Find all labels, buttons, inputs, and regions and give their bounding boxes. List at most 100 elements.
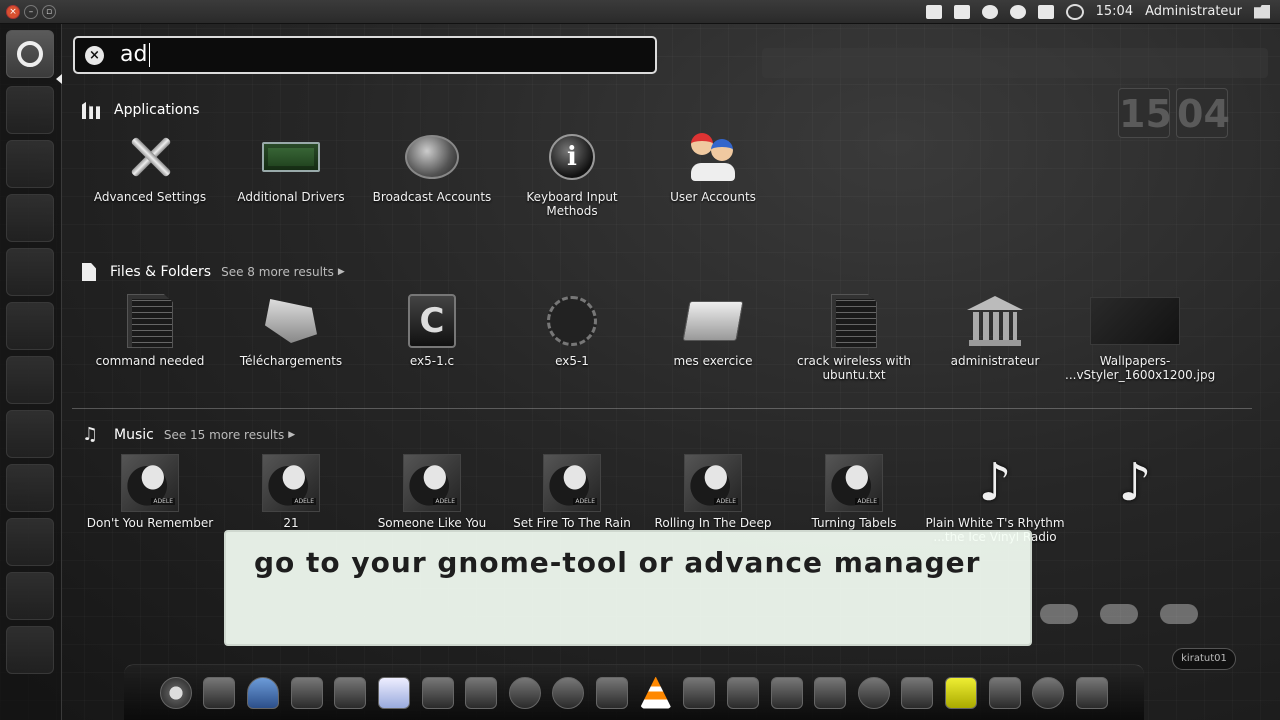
watermark-logo: kiratut01 xyxy=(1172,648,1236,670)
dock-hat-icon[interactable] xyxy=(247,676,280,709)
users-icon xyxy=(684,128,742,186)
see-more-music-link[interactable]: See 15 more results xyxy=(164,428,284,442)
music-result[interactable]: ADELE Someone Like You xyxy=(362,454,502,530)
minimize-icon[interactable]: – xyxy=(24,4,38,19)
app-additional-drivers[interactable]: Additional Drivers xyxy=(221,128,361,204)
dock-document-icon[interactable] xyxy=(377,676,410,709)
launcher-item-windows[interactable] xyxy=(6,572,54,620)
volume-icon[interactable] xyxy=(1065,3,1084,20)
dock-sun-icon[interactable] xyxy=(159,676,192,709)
launcher-item-window[interactable] xyxy=(6,302,54,350)
dock-plant-icon[interactable] xyxy=(683,676,716,709)
music-result[interactable]: ADELE Set Fire To The Rain xyxy=(502,454,642,530)
applications-header[interactable]: Applications xyxy=(82,101,200,119)
see-more-files-link[interactable]: See 8 more results xyxy=(221,265,334,279)
notes-icon[interactable] xyxy=(925,4,942,19)
dock-screen-icon[interactable] xyxy=(988,676,1021,709)
weather-widget xyxy=(1040,604,1198,624)
search-query[interactable]: ad xyxy=(120,43,151,67)
file-result[interactable]: C ex5-1.c xyxy=(362,292,502,368)
executable-icon xyxy=(543,292,601,350)
music-result[interactable]: ADELE Rolling In The Deep xyxy=(643,454,783,530)
album-art-tag: ADELE xyxy=(855,498,879,505)
dock-sprout-icon[interactable] xyxy=(596,676,629,709)
dock-plant-icon[interactable] xyxy=(421,676,454,709)
clock-minutes: 04 xyxy=(1176,88,1230,138)
launcher-item-hat[interactable] xyxy=(6,194,54,242)
tile-label: Additional Drivers xyxy=(237,190,345,204)
settings-icon[interactable] xyxy=(1009,4,1026,19)
launcher-item-camera[interactable] xyxy=(6,410,54,458)
album-art-icon: ADELE xyxy=(262,454,320,512)
launcher-item-tools[interactable] xyxy=(6,248,54,296)
launcher-item-boxes[interactable] xyxy=(6,356,54,404)
dock-package-icon[interactable] xyxy=(465,676,498,709)
launcher-item-disc[interactable] xyxy=(6,140,54,188)
launcher-item-plant[interactable] xyxy=(6,518,54,566)
music-header[interactable]: ♫ Music See 15 more results ▶ xyxy=(82,426,295,444)
music-result[interactable]: ADELE Turning Tabels xyxy=(784,454,924,530)
close-icon[interactable]: × xyxy=(6,4,20,19)
file-result[interactable]: mes exercice xyxy=(643,292,783,368)
dock-settings-icon[interactable] xyxy=(901,676,934,709)
dock-monitor-icon[interactable] xyxy=(290,676,323,709)
image-thumbnail-icon xyxy=(1085,292,1185,350)
cloud-icon xyxy=(1100,604,1138,624)
clock-label[interactable]: 15:04 xyxy=(1096,4,1133,19)
section-divider xyxy=(72,408,1252,409)
dock-notes-icon[interactable] xyxy=(814,676,847,709)
chevron-right-icon[interactable]: ▶ xyxy=(288,430,295,440)
app-advanced-settings[interactable]: Advanced Settings xyxy=(80,128,220,204)
top-panel: × – ▫ 15:04 Administrateur xyxy=(0,0,1280,24)
dock-magnifier-icon[interactable] xyxy=(857,676,890,709)
album-art-tag: ADELE xyxy=(573,498,597,505)
app-broadcast-accounts[interactable]: Broadcast Accounts xyxy=(362,128,502,204)
dock-windows-icon[interactable] xyxy=(203,676,236,709)
search-input[interactable]: × ad xyxy=(73,36,657,74)
music-result[interactable]: ADELE Don't You Remember xyxy=(80,454,220,530)
file-result[interactable]: administrateur xyxy=(925,292,1065,368)
power-icon[interactable] xyxy=(1254,4,1270,19)
user-menu[interactable]: Administrateur xyxy=(1145,4,1242,19)
keyboard-icon[interactable] xyxy=(953,4,970,19)
clear-search-icon[interactable]: × xyxy=(85,45,104,65)
home-folder-icon xyxy=(966,292,1024,350)
tile-label: Don't You Remember xyxy=(86,516,214,530)
app-keyboard-input-methods[interactable]: i Keyboard Input Methods xyxy=(502,128,642,218)
cloud-icon xyxy=(1040,604,1078,624)
bottom-dock xyxy=(124,664,1144,720)
music-result[interactable]: ♪ xyxy=(1065,454,1205,516)
dash-home-button[interactable] xyxy=(6,30,54,78)
files-folders-header[interactable]: Files & Folders See 8 more results ▶ xyxy=(82,263,345,281)
dock-calculator-icon[interactable] xyxy=(334,676,367,709)
circuit-board-icon xyxy=(262,128,320,186)
dock-orb-icon[interactable] xyxy=(552,676,585,709)
file-result[interactable]: crack wireless with ubuntu.txt xyxy=(784,292,924,382)
tile-label: User Accounts xyxy=(670,190,756,204)
launcher xyxy=(0,24,62,720)
dock-camera-icon[interactable] xyxy=(726,676,759,709)
section-title: Files & Folders xyxy=(110,264,212,280)
launcher-item-display[interactable] xyxy=(6,626,54,674)
clock-hours: 15 xyxy=(1118,88,1172,138)
dock-folder-icon[interactable] xyxy=(945,676,978,709)
dock-power-icon[interactable] xyxy=(1032,676,1065,709)
dock-vlc-icon[interactable] xyxy=(639,676,672,709)
file-result[interactable]: Téléchargements xyxy=(221,292,361,368)
file-result[interactable]: Wallpapers- ...vStyler_1600x1200.jpg xyxy=(1065,292,1215,382)
music-result[interactable]: ADELE 21 xyxy=(221,454,361,530)
dock-spiral-icon[interactable] xyxy=(508,676,541,709)
file-result[interactable]: ex5-1 xyxy=(502,292,642,368)
launcher-item-sprout[interactable] xyxy=(6,464,54,512)
update-icon[interactable] xyxy=(981,4,998,19)
messages-icon[interactable] xyxy=(1037,4,1054,19)
chevron-right-icon[interactable]: ▶ xyxy=(338,267,345,277)
launcher-item-bookshelf[interactable] xyxy=(6,86,54,134)
maximize-icon[interactable]: ▫ xyxy=(42,4,56,19)
dock-editor-icon[interactable] xyxy=(1075,676,1108,709)
section-title: Music xyxy=(114,427,154,443)
tile-label: ex5-1 xyxy=(555,354,589,368)
file-result[interactable]: command needed xyxy=(80,292,220,368)
app-user-accounts[interactable]: User Accounts xyxy=(643,128,783,204)
dock-home-folder-icon[interactable] xyxy=(770,676,803,709)
